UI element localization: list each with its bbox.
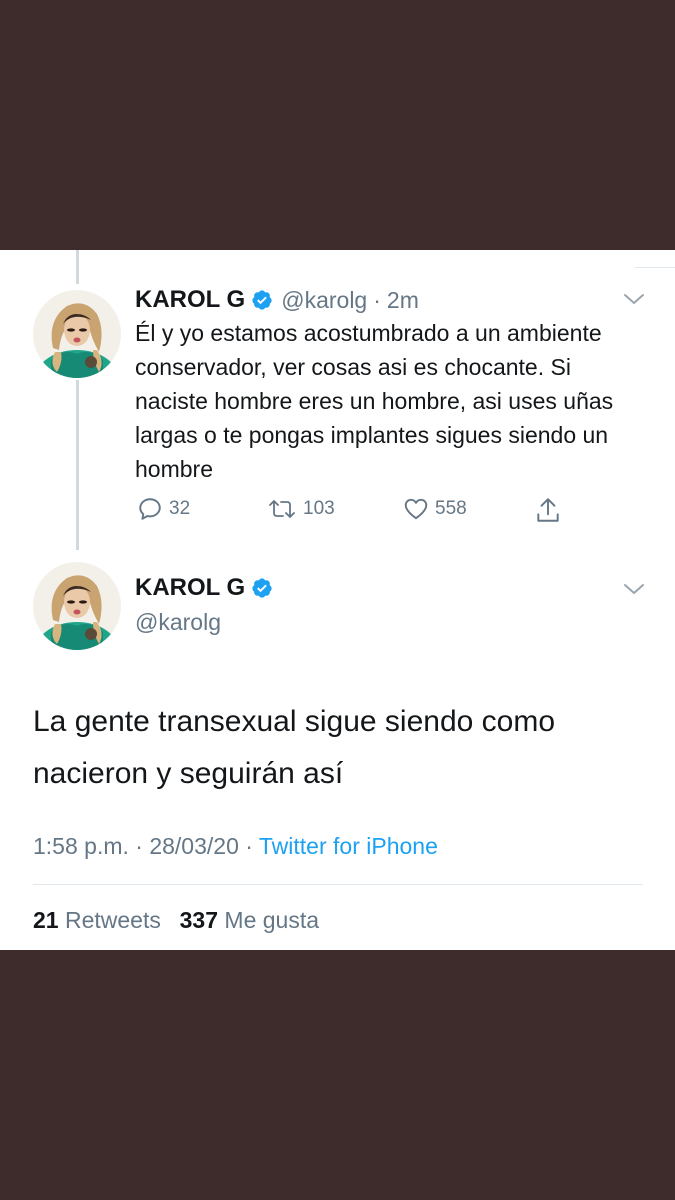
retweet-button[interactable]: 103 [267, 496, 335, 522]
retweets-stat[interactable]: 21 Retweets [33, 907, 167, 933]
display-name[interactable]: KAROL G [135, 286, 245, 314]
reply-count: 32 [169, 498, 191, 519]
likes-stat[interactable]: 337 Me gusta [180, 907, 319, 933]
likes-label: Me gusta [224, 907, 320, 933]
tweet-time[interactable]: 2m [387, 287, 419, 314]
tweet-text: Él y yo estamos acostumbrado a un ambien… [135, 320, 614, 482]
chevron-down-icon[interactable] [623, 582, 645, 596]
reply-button[interactable]: 32 [137, 496, 190, 522]
tweet-header: KAROL G [135, 574, 273, 602]
tweet-card: KAROL G @karolg · 2m Él y yo estamos aco… [0, 250, 675, 950]
separator-dot: · [373, 286, 381, 313]
screenshot-page: KAROL G @karolg · 2m Él y yo estamos aco… [0, 0, 675, 1200]
avatar[interactable] [33, 562, 121, 650]
tweet-timestamp[interactable]: 1:58 p.m. · 28/03/20 [33, 833, 239, 859]
display-name[interactable]: KAROL G [135, 574, 245, 602]
share-icon [537, 498, 559, 522]
user-handle[interactable]: @karolg [135, 609, 221, 636]
tweet-actions: 32 103 558 [135, 496, 575, 528]
tweet-text: La gente transexual sigue siendo como na… [33, 705, 556, 790]
reply-icon [139, 498, 161, 520]
chevron-down-icon[interactable] [623, 292, 645, 306]
tweet-stats: 21 Retweets 337 Me gusta [33, 907, 319, 934]
verified-icon [252, 578, 272, 598]
like-count: 558 [435, 498, 467, 519]
retweets-count: 21 [33, 907, 59, 933]
tweet-meta: 1:58 p.m. · 28/03/20 · Twitter for iPhon… [33, 833, 438, 860]
thread-line [76, 380, 79, 550]
divider [635, 267, 675, 268]
retweets-label: Retweets [64, 907, 161, 933]
like-button[interactable]: 558 [403, 496, 467, 522]
tweet-source-link[interactable]: Twitter for iPhone [259, 833, 438, 859]
share-button[interactable] [535, 496, 567, 524]
divider [33, 884, 643, 885]
user-handle[interactable]: @karolg [281, 287, 367, 314]
tweet-header: KAROL G @karolg · 2m [135, 286, 419, 314]
thread-line [76, 250, 79, 284]
separator-dot: · [245, 833, 253, 859]
verified-icon [252, 290, 272, 310]
likes-count: 337 [179, 907, 219, 933]
like-icon [404, 498, 428, 520]
retweet-icon [269, 500, 295, 518]
retweet-count: 103 [303, 498, 335, 519]
avatar[interactable] [33, 290, 121, 378]
